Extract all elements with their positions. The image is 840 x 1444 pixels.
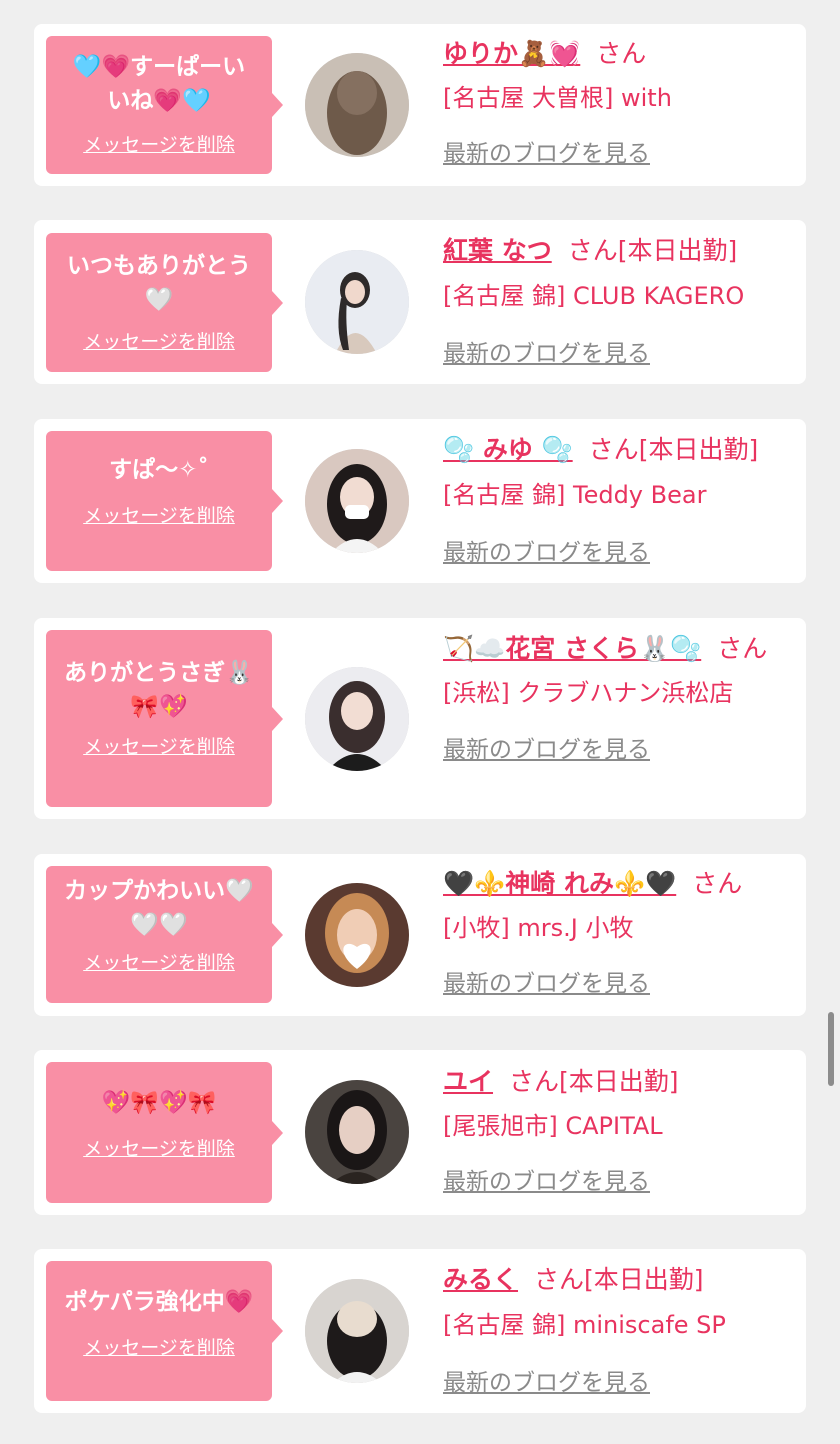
attendance-status: [本日出勤] <box>638 435 759 464</box>
message-text: いつもありがとう 🤍 <box>67 253 251 313</box>
message-card: 🩵💗すーぱーい いね💗🩵 メッセージを削除 ゆりか🧸💓 さん [名古屋 大曽根] … <box>34 24 806 186</box>
cast-name-link[interactable]: 紅葉 なつ <box>443 236 552 265</box>
honorific: さん <box>692 869 743 898</box>
attendance-status: [本日出勤] <box>617 236 738 265</box>
latest-blog-link[interactable]: 最新のブログを見る <box>443 1162 793 1196</box>
cast-name-line: 🏹☁️花宮 さくら🐰🫧 さん <box>443 631 793 667</box>
cast-name-link[interactable]: 🏹☁️花宮 さくら🐰🫧 <box>443 634 701 663</box>
message-bubble: 💖🎀💖🎀 メッセージを削除 <box>46 1062 283 1203</box>
message-card: カップかわいい🤍 🤍🤍 メッセージを削除 🖤⚜️神崎 れみ⚜️🖤 さん [小牧] … <box>34 854 806 1016</box>
shop-name: [名古屋 錦] CLUB KAGERO <box>443 282 745 310</box>
cast-photo-icon <box>305 1080 409 1184</box>
cast-info: みるく さん[本日出勤] [名古屋 錦] miniscafe SP 最新のブログを… <box>443 1262 793 1397</box>
shop-name: [浜松] クラブハナン浜松店 <box>443 679 734 707</box>
cast-info: 🫧 みゆ 🫧 さん[本日出勤] [名古屋 錦] Teddy Bear 最新のブログ… <box>443 432 793 567</box>
cast-avatar[interactable] <box>305 1279 409 1383</box>
message-card: ありがとうさぎ🐰 🎀💖 メッセージを削除 🏹☁️花宮 さくら🐰🫧 さん [浜松] … <box>34 618 806 819</box>
message-text: 🩵💗すーぱーい いね💗🩵 <box>72 54 246 114</box>
cast-name-link[interactable]: ユイ <box>443 1067 493 1096</box>
message-text: すぱ〜✧˚ <box>109 457 209 483</box>
cast-name-line: ユイ さん[本日出勤] <box>443 1064 793 1100</box>
cast-info: ゆりか🧸💓 さん [名古屋 大曽根] with 最新のブログを見る <box>443 36 793 168</box>
message-card: いつもありがとう 🤍 メッセージを削除 紅葉 なつ さん[本日出勤] [名古屋 錦… <box>34 220 806 384</box>
latest-blog-link[interactable]: 最新のブログを見る <box>443 964 793 998</box>
cast-avatar[interactable] <box>305 1080 409 1184</box>
message-bubble: カップかわいい🤍 🤍🤍 メッセージを削除 <box>46 866 283 1003</box>
scrollbar[interactable] <box>828 1012 834 1086</box>
message-card: 💖🎀💖🎀 メッセージを削除 ユイ さん[本日出勤] [尾張旭市] CAPITAL … <box>34 1050 806 1215</box>
message-text: ポケパラ強化中💗 <box>64 1289 254 1315</box>
shop-name: [名古屋 錦] Teddy Bear <box>443 481 707 509</box>
delete-message-link[interactable]: メッセージを削除 <box>46 948 272 975</box>
message-text: ありがとうさぎ🐰 🎀💖 <box>64 660 254 720</box>
delete-message-link[interactable]: メッセージを削除 <box>46 327 272 354</box>
honorific: さん <box>509 1067 560 1096</box>
cast-name-link[interactable]: ゆりか🧸💓 <box>443 39 580 68</box>
message-card: ポケパラ強化中💗 メッセージを削除 みるく さん[本日出勤] [名古屋 錦] mi… <box>34 1249 806 1413</box>
cast-info: ユイ さん[本日出勤] [尾張旭市] CAPITAL 最新のブログを見る <box>443 1064 793 1196</box>
cast-avatar[interactable] <box>305 53 409 157</box>
attendance-status: [本日出勤] <box>559 1067 679 1096</box>
message-card: すぱ〜✧˚ メッセージを削除 🫧 みゆ 🫧 さん[本日出勤] [名古屋 錦] Te… <box>34 419 806 583</box>
cast-photo-icon <box>305 883 409 987</box>
cast-name-link[interactable]: 🖤⚜️神崎 れみ⚜️🖤 <box>443 869 676 898</box>
cast-name-line: ゆりか🧸💓 さん <box>443 36 793 72</box>
cast-avatar[interactable] <box>305 883 409 987</box>
latest-blog-link[interactable]: 最新のブログを見る <box>443 730 793 764</box>
cast-photo-icon <box>305 250 409 354</box>
cast-photo-icon <box>305 53 409 157</box>
delete-message-link[interactable]: メッセージを削除 <box>46 1134 272 1161</box>
message-bubble: いつもありがとう 🤍 メッセージを削除 <box>46 233 283 372</box>
delete-message-link[interactable]: メッセージを削除 <box>46 1333 272 1360</box>
honorific: さん <box>588 435 639 464</box>
honorific: さん <box>596 39 647 68</box>
cast-avatar[interactable] <box>305 667 409 771</box>
latest-blog-link[interactable]: 最新のブログを見る <box>443 533 793 567</box>
delete-message-link[interactable]: メッセージを削除 <box>46 501 272 528</box>
latest-blog-link[interactable]: 最新のブログを見る <box>443 1363 793 1397</box>
honorific: さん <box>567 236 618 265</box>
cast-info: 紅葉 なつ さん[本日出勤] [名古屋 錦] CLUB KAGERO 最新のブログ… <box>443 233 793 368</box>
shop-name: [尾張旭市] CAPITAL <box>443 1112 663 1140</box>
cast-photo-icon <box>305 1279 409 1383</box>
cast-photo-icon <box>305 667 409 771</box>
cast-avatar[interactable] <box>305 250 409 354</box>
cast-avatar[interactable] <box>305 449 409 553</box>
cast-name-line: 🫧 みゆ 🫧 さん[本日出勤] <box>443 432 793 468</box>
honorific: さん <box>534 1265 585 1294</box>
cast-photo-icon <box>305 449 409 553</box>
message-text: 💖🎀💖🎀 <box>101 1090 217 1116</box>
shop-name: [名古屋 大曽根] with <box>443 84 672 112</box>
message-bubble: 🩵💗すーぱーい いね💗🩵 メッセージを削除 <box>46 36 283 174</box>
cast-info: 🏹☁️花宮 さくら🐰🫧 さん [浜松] クラブハナン浜松店 最新のブログを見る <box>443 631 793 764</box>
shop-name: [名古屋 錦] miniscafe SP <box>443 1311 726 1339</box>
cast-info: 🖤⚜️神崎 れみ⚜️🖤 さん [小牧] mrs.J 小牧 最新のブログを見る <box>443 866 793 998</box>
cast-name-line: みるく さん[本日出勤] <box>443 1262 793 1298</box>
latest-blog-link[interactable]: 最新のブログを見る <box>443 334 793 368</box>
message-bubble: すぱ〜✧˚ メッセージを削除 <box>46 431 283 571</box>
cast-name-link[interactable]: みるく <box>443 1265 518 1294</box>
cast-name-line: 紅葉 なつ さん[本日出勤] <box>443 233 793 269</box>
delete-message-link[interactable]: メッセージを削除 <box>46 130 272 157</box>
message-text: カップかわいい🤍 🤍🤍 <box>64 878 254 938</box>
cast-name-link[interactable]: 🫧 みゆ 🫧 <box>443 435 573 464</box>
latest-blog-link[interactable]: 最新のブログを見る <box>443 134 793 168</box>
shop-name: [小牧] mrs.J 小牧 <box>443 914 634 942</box>
delete-message-link[interactable]: メッセージを削除 <box>46 732 272 759</box>
message-bubble: ポケパラ強化中💗 メッセージを削除 <box>46 1261 283 1401</box>
honorific: さん <box>717 634 768 663</box>
message-bubble: ありがとうさぎ🐰 🎀💖 メッセージを削除 <box>46 630 283 807</box>
attendance-status: [本日出勤] <box>584 1265 704 1294</box>
cast-name-line: 🖤⚜️神崎 れみ⚜️🖤 さん <box>443 866 793 902</box>
